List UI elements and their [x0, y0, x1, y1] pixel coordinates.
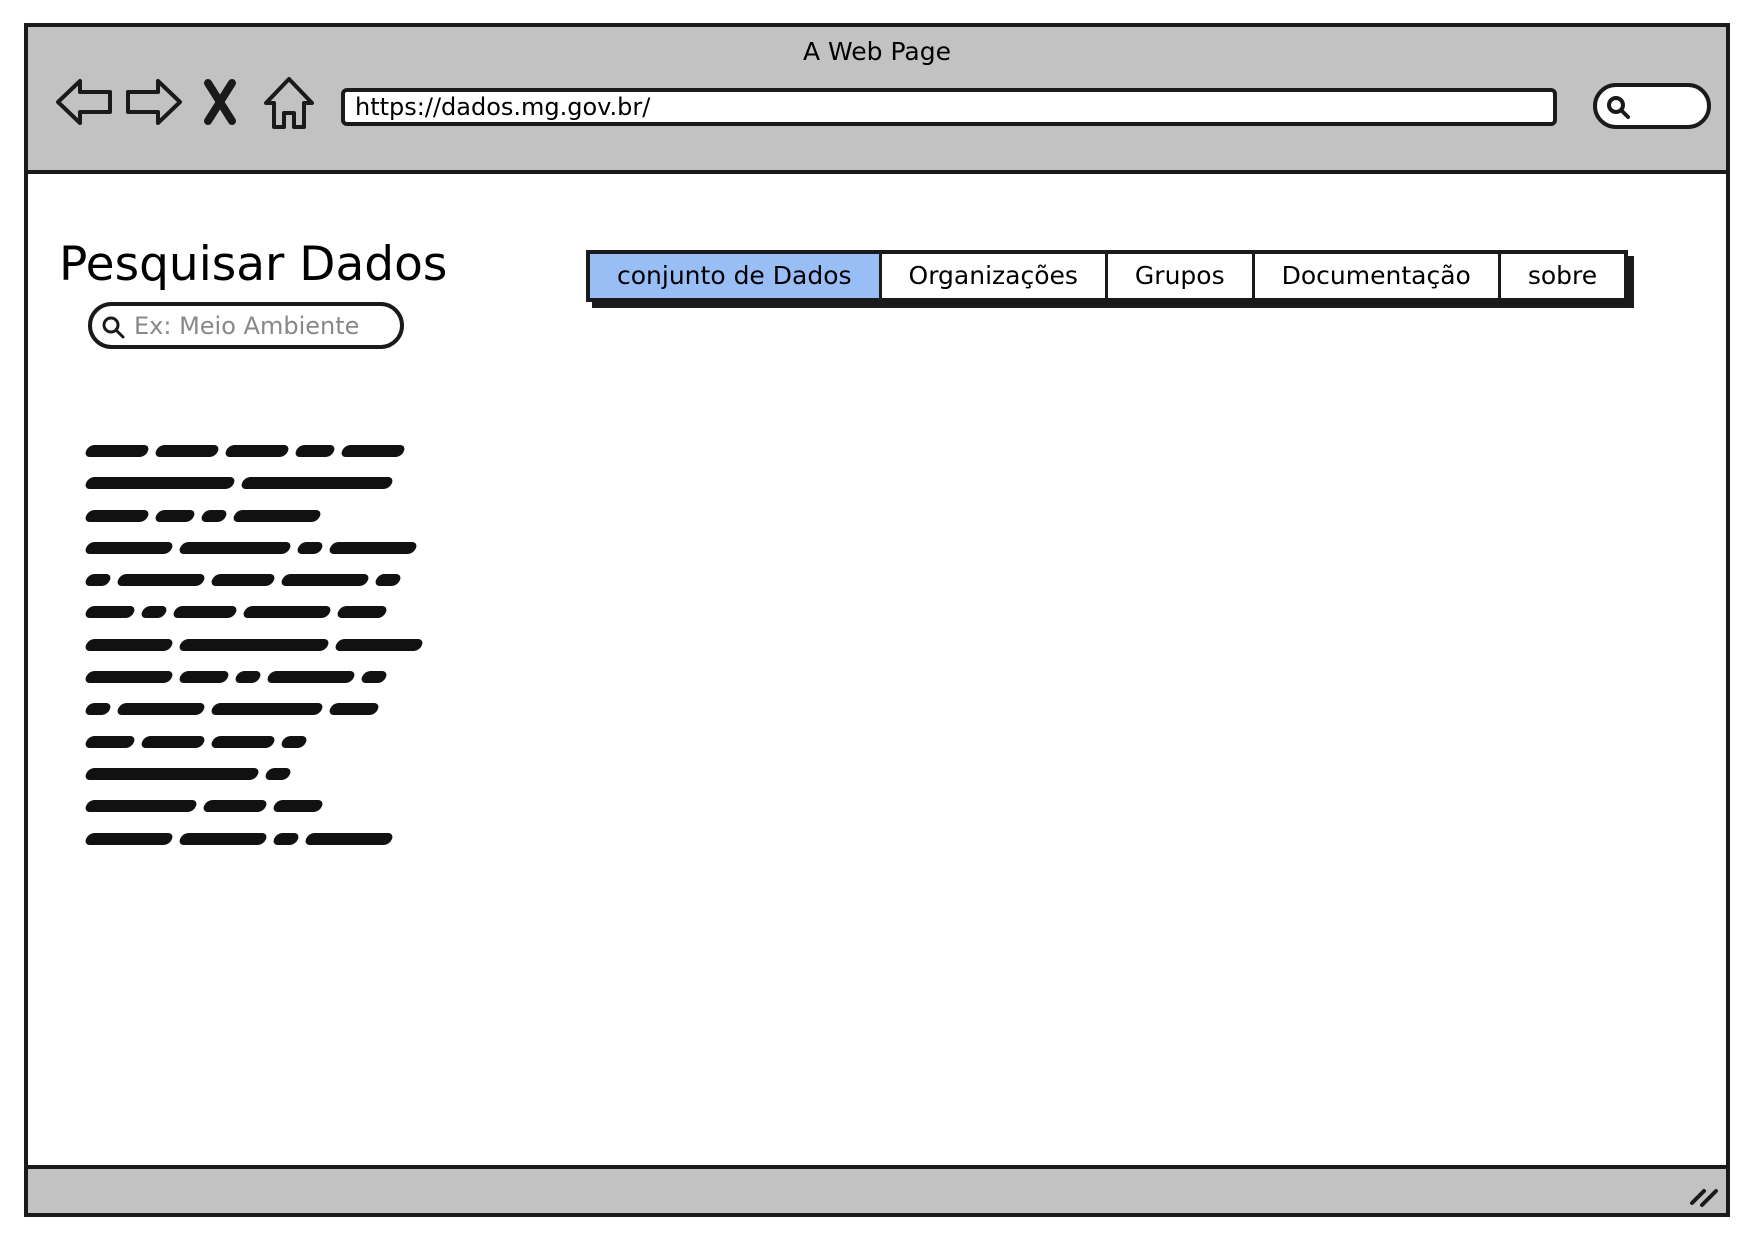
- forward-arrow-icon[interactable]: [120, 69, 186, 135]
- tab-organizacoes[interactable]: Organizações: [878, 254, 1105, 298]
- placeholder-text-block: [83, 445, 446, 865]
- status-bar: [28, 1165, 1726, 1213]
- dataset-search[interactable]: [88, 302, 404, 349]
- search-icon: [102, 316, 125, 339]
- browser-window: A Web Page https://dados.mg.gov.br/ Pesq…: [24, 23, 1730, 1217]
- search-input[interactable]: [134, 310, 394, 342]
- page-title: Pesquisar Dados: [59, 237, 448, 292]
- tab-conjunto-de-dados[interactable]: conjunto de Dados: [590, 254, 879, 298]
- home-icon[interactable]: [256, 69, 322, 135]
- window-title: A Web Page: [802, 37, 952, 66]
- address-bar[interactable]: https://dados.mg.gov.br/: [341, 88, 1557, 126]
- browser-search-box[interactable]: [1593, 83, 1711, 129]
- browser-toolbar: A Web Page https://dados.mg.gov.br/: [28, 27, 1726, 174]
- tab-documentacao[interactable]: Documentação: [1251, 254, 1498, 298]
- search-icon: [1607, 96, 1630, 119]
- back-arrow-icon[interactable]: [52, 69, 118, 135]
- close-x-icon[interactable]: [188, 69, 254, 135]
- resize-grip-icon[interactable]: [1686, 1179, 1720, 1209]
- main-nav-tabs: conjunto de Dados Organizações Grupos Do…: [586, 250, 1629, 302]
- tab-sobre[interactable]: sobre: [1497, 254, 1624, 298]
- tab-grupos[interactable]: Grupos: [1104, 254, 1252, 298]
